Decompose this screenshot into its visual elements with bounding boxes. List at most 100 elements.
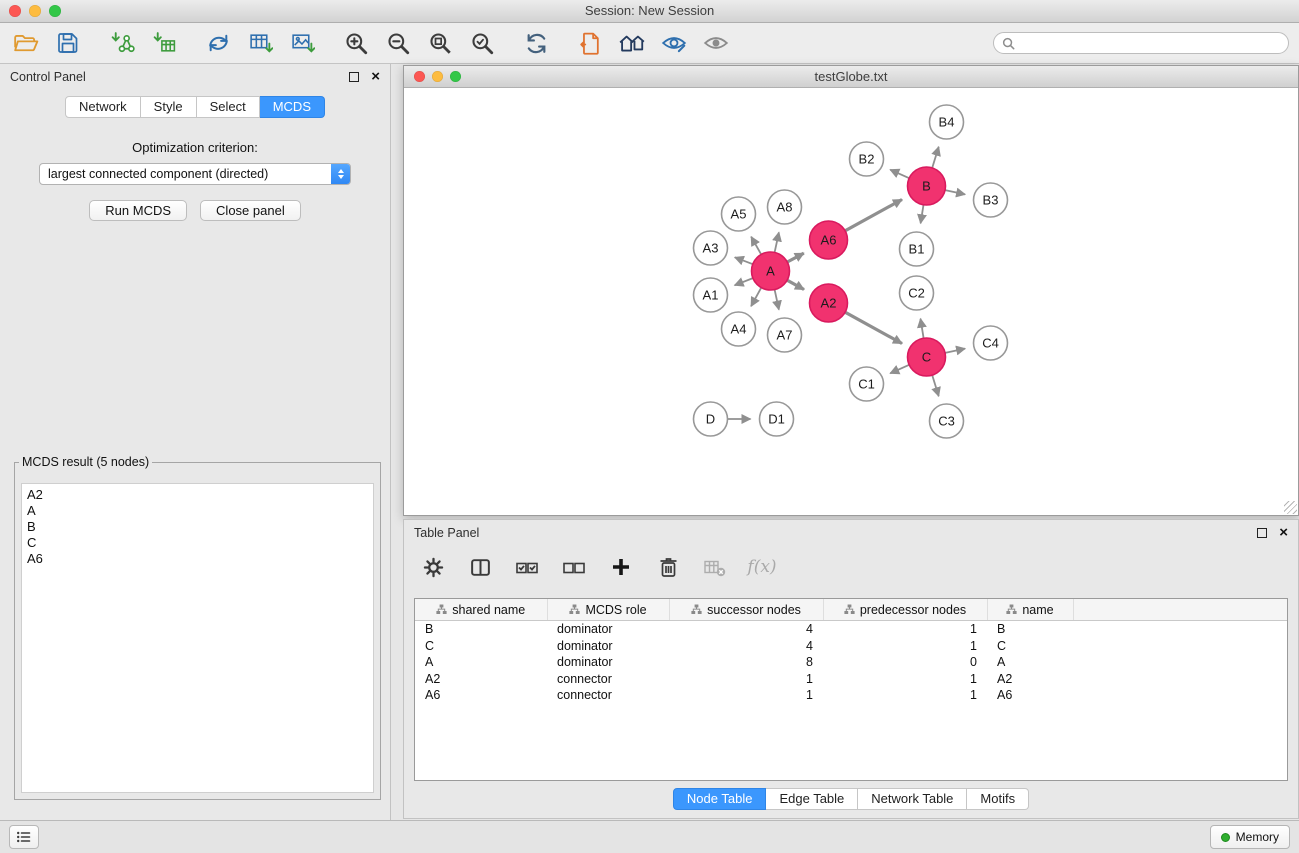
table-row[interactable]: Adominator80A [415,654,1287,671]
zoom-fit-button[interactable] [424,28,456,58]
network-node-D[interactable]: D [694,402,728,436]
minimize-window-button[interactable] [29,5,41,17]
column-header-mcds-role[interactable]: MCDS role [547,599,669,621]
network-zoom-button[interactable] [450,71,461,82]
network-node-A3[interactable]: A3 [694,231,728,265]
network-node-C1[interactable]: C1 [850,367,884,401]
cell-mcds-role[interactable]: dominator [547,638,669,655]
network-canvas[interactable]: B4B2BB3A8A5A6B1A3AC2A1A2A4A7C4CC1C3DD1 [404,88,1298,515]
close-panel-icon[interactable]: × [371,72,380,82]
network-minimize-button[interactable] [432,71,443,82]
network-node-B3[interactable]: B3 [974,183,1008,217]
cell-name[interactable]: A2 [987,671,1073,688]
mcds-result-item[interactable]: A [27,503,368,519]
export-image-button[interactable] [286,28,318,58]
delete-button[interactable] [655,554,681,580]
cell-successor-nodes[interactable]: 1 [669,687,823,704]
memory-button[interactable]: Memory [1210,825,1290,849]
add-row-button[interactable] [608,554,634,580]
tab-style[interactable]: Style [141,96,197,118]
network-arrows-button[interactable] [202,28,234,58]
network-close-button[interactable] [414,71,425,82]
cell-predecessor-nodes[interactable]: 1 [823,687,987,704]
eye-button[interactable] [700,28,732,58]
network-node-A2[interactable]: A2 [810,284,848,322]
table-row[interactable]: Bdominator41B [415,621,1287,638]
network-edge-C-C2[interactable] [921,319,924,339]
dropdown-stepper-icon[interactable] [331,164,350,184]
network-edge-A-A3[interactable] [735,257,753,264]
network-node-C4[interactable]: C4 [974,326,1008,360]
network-edge-A-A7[interactable] [775,290,779,310]
network-node-A[interactable]: A [752,252,790,290]
network-edge-B-B2[interactable] [890,170,909,179]
tab-mcds[interactable]: MCDS [260,96,325,118]
network-edge-B-B4[interactable] [932,147,939,168]
network-edge-A-A8[interactable] [775,232,779,252]
network-node-C[interactable]: C [908,338,946,376]
column-header-predecessor-nodes[interactable]: predecessor nodes [823,599,987,621]
float-panel-icon[interactable] [349,72,359,82]
cell-shared-name[interactable]: B [415,621,547,638]
table-settings-button[interactable] [420,554,446,580]
mcds-result-item[interactable]: A6 [27,551,368,567]
network-edge-C-C1[interactable] [890,365,909,374]
cell-predecessor-nodes[interactable]: 1 [823,671,987,688]
import-table-button[interactable] [148,28,180,58]
column-header-successor-nodes[interactable]: successor nodes [669,599,823,621]
cell-successor-nodes[interactable]: 1 [669,671,823,688]
tab-edge-table[interactable]: Edge Table [766,788,858,810]
network-node-B1[interactable]: B1 [900,232,934,266]
refresh-button[interactable] [520,28,552,58]
save-session-button[interactable] [52,28,84,58]
network-node-B4[interactable]: B4 [930,105,964,139]
network-node-B[interactable]: B [908,167,946,205]
network-node-D1[interactable]: D1 [760,402,794,436]
run-mcds-button[interactable]: Run MCDS [89,200,187,221]
zoom-selected-button[interactable] [466,28,498,58]
network-node-A8[interactable]: A8 [768,190,802,224]
close-window-button[interactable] [9,5,21,17]
import-network-button[interactable] [106,28,138,58]
tab-select[interactable]: Select [197,96,260,118]
cell-predecessor-nodes[interactable]: 1 [823,638,987,655]
cell-shared-name[interactable]: A6 [415,687,547,704]
network-node-A5[interactable]: A5 [722,197,756,231]
cell-shared-name[interactable]: A2 [415,671,547,688]
close-panel-button[interactable]: Close panel [200,200,301,221]
table-float-panel-icon[interactable] [1257,528,1267,538]
network-node-C2[interactable]: C2 [900,276,934,310]
zoom-window-button[interactable] [49,5,61,17]
network-node-A7[interactable]: A7 [768,318,802,352]
network-node-A1[interactable]: A1 [694,278,728,312]
cell-name[interactable]: C [987,638,1073,655]
cell-mcds-role[interactable]: connector [547,687,669,704]
cell-shared-name[interactable]: A [415,654,547,671]
cell-successor-nodes[interactable]: 8 [669,654,823,671]
column-header-shared-name[interactable]: shared name [415,599,547,621]
cell-name[interactable]: A6 [987,687,1073,704]
cell-predecessor-nodes[interactable]: 0 [823,654,987,671]
cell-successor-nodes[interactable]: 4 [669,638,823,655]
zoom-in-button[interactable] [340,28,372,58]
cell-mcds-role[interactable]: connector [547,671,669,688]
node-table[interactable]: shared nameMCDS rolesuccessor nodesprede… [414,598,1288,781]
network-edge-A-A1[interactable] [735,278,753,285]
network-edge-B-B1[interactable] [921,205,924,224]
new-network-table-button[interactable] [244,28,276,58]
open-document-button[interactable] [574,28,606,58]
search-input[interactable] [1020,35,1280,51]
network-edge-C-C4[interactable] [945,349,965,353]
tab-motifs[interactable]: Motifs [967,788,1029,810]
cell-name[interactable]: B [987,621,1073,638]
network-node-C3[interactable]: C3 [930,404,964,438]
network-edge-A-A2[interactable] [787,280,804,289]
cell-mcds-role[interactable]: dominator [547,654,669,671]
network-edge-A6-B[interactable] [845,200,902,231]
zoom-out-button[interactable] [382,28,414,58]
tab-network-table[interactable]: Network Table [858,788,967,810]
resize-grip[interactable] [1284,501,1297,514]
tab-node-table[interactable]: Node Table [673,788,767,810]
table-row[interactable]: A6connector11A6 [415,687,1287,704]
search-box[interactable] [993,32,1289,54]
